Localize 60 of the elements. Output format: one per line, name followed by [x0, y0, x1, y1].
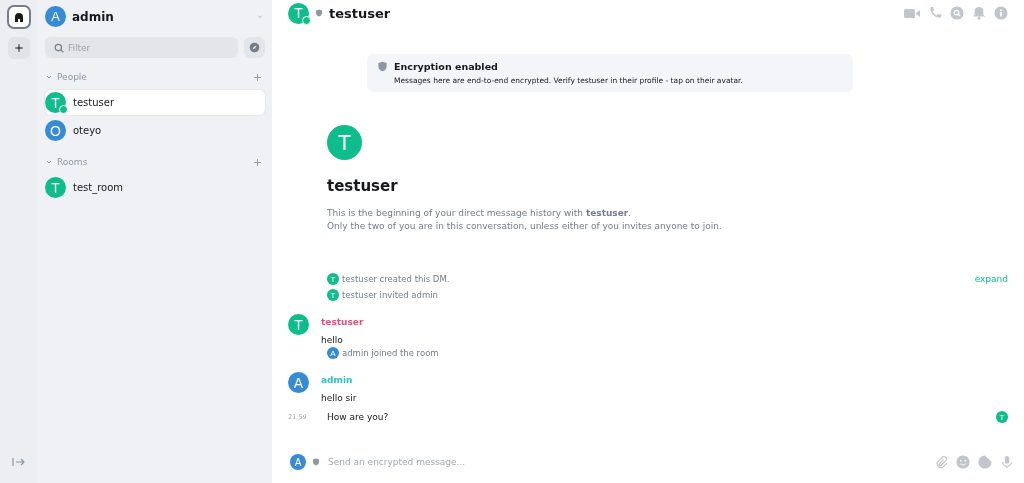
- home-button[interactable]: [6, 5, 31, 29]
- room-list-item[interactable]: T testuser: [45, 90, 265, 115]
- chevron-icon: [45, 158, 53, 166]
- filter-field[interactable]: Filter: [45, 37, 238, 58]
- room-name: testuser: [73, 97, 114, 108]
- user-name[interactable]: admin: [72, 9, 249, 24]
- expand-icon[interactable]: [11, 457, 26, 467]
- section-header[interactable]: People: [45, 72, 252, 82]
- message-field[interactable]: Send an encrypted message...: [326, 456, 928, 468]
- user-avatar: A: [45, 6, 66, 27]
- notice-title: Encryption enabled: [394, 61, 499, 72]
- info-icon[interactable]: [994, 6, 1008, 20]
- room-avatar: T: [45, 177, 66, 198]
- sender-avatar: A: [288, 372, 309, 393]
- explore-button[interactable]: [244, 37, 265, 58]
- room-title: testuser: [329, 5, 392, 21]
- member-avatar: T: [327, 289, 339, 301]
- paperclip-icon[interactable]: [934, 455, 948, 469]
- intro-text: This is the beginning of your direct message history with testuser.: [327, 207, 633, 220]
- room-avatar: T: [288, 2, 309, 24]
- emoji-icon[interactable]: [956, 455, 970, 469]
- room-avatar: O: [45, 120, 66, 141]
- user-avatar: A: [290, 454, 306, 470]
- message-text: hello: [321, 335, 344, 345]
- room-list-item[interactable]: O oteyo: [45, 118, 265, 143]
- home-icon: [13, 12, 24, 22]
- microphone-icon[interactable]: [1000, 455, 1014, 469]
- section-header[interactable]: Rooms: [45, 157, 252, 167]
- member-avatar: A: [327, 347, 339, 359]
- room-name: oteyo: [73, 125, 102, 136]
- shield-icon: [315, 9, 323, 17]
- compass-icon: [249, 42, 260, 53]
- intro-text: Only the two of you are in this conversation, unless either of you invites anyone to join.: [327, 220, 723, 233]
- room-list-item[interactable]: T test_room: [45, 175, 265, 200]
- expand-link[interactable]: expand: [974, 274, 1008, 284]
- sender-name[interactable]: testuser: [321, 314, 364, 327]
- search-icon[interactable]: [950, 6, 964, 20]
- shield-icon: [312, 458, 320, 466]
- read-receipt-avatar: T: [996, 411, 1008, 423]
- sender-avatar: T: [288, 314, 309, 335]
- room-avatar: T: [45, 92, 66, 113]
- room-name: test_room: [73, 182, 124, 193]
- add-icon: [13, 43, 24, 53]
- room-heading: testuser: [327, 177, 399, 195]
- message-text: How are you?: [327, 412, 390, 422]
- event-text: testuser created this DM.: [342, 274, 451, 284]
- member-avatar: T: [327, 273, 339, 285]
- event-text: admin joined the room: [342, 348, 440, 358]
- sticker-icon[interactable]: [978, 455, 992, 469]
- room-avatar: T: [327, 125, 362, 160]
- add-icon[interactable]: [252, 71, 263, 83]
- event-text: testuser invited admin: [342, 290, 439, 300]
- phone-icon[interactable]: [928, 6, 942, 20]
- sender-name[interactable]: admin: [321, 372, 357, 385]
- message-text: hello sir: [321, 393, 357, 403]
- add-icon[interactable]: [252, 156, 263, 168]
- bell-icon[interactable]: [972, 6, 986, 20]
- chevron-icon: [45, 73, 53, 81]
- create-space-button[interactable]: [7, 37, 30, 59]
- shield-icon: [377, 61, 388, 72]
